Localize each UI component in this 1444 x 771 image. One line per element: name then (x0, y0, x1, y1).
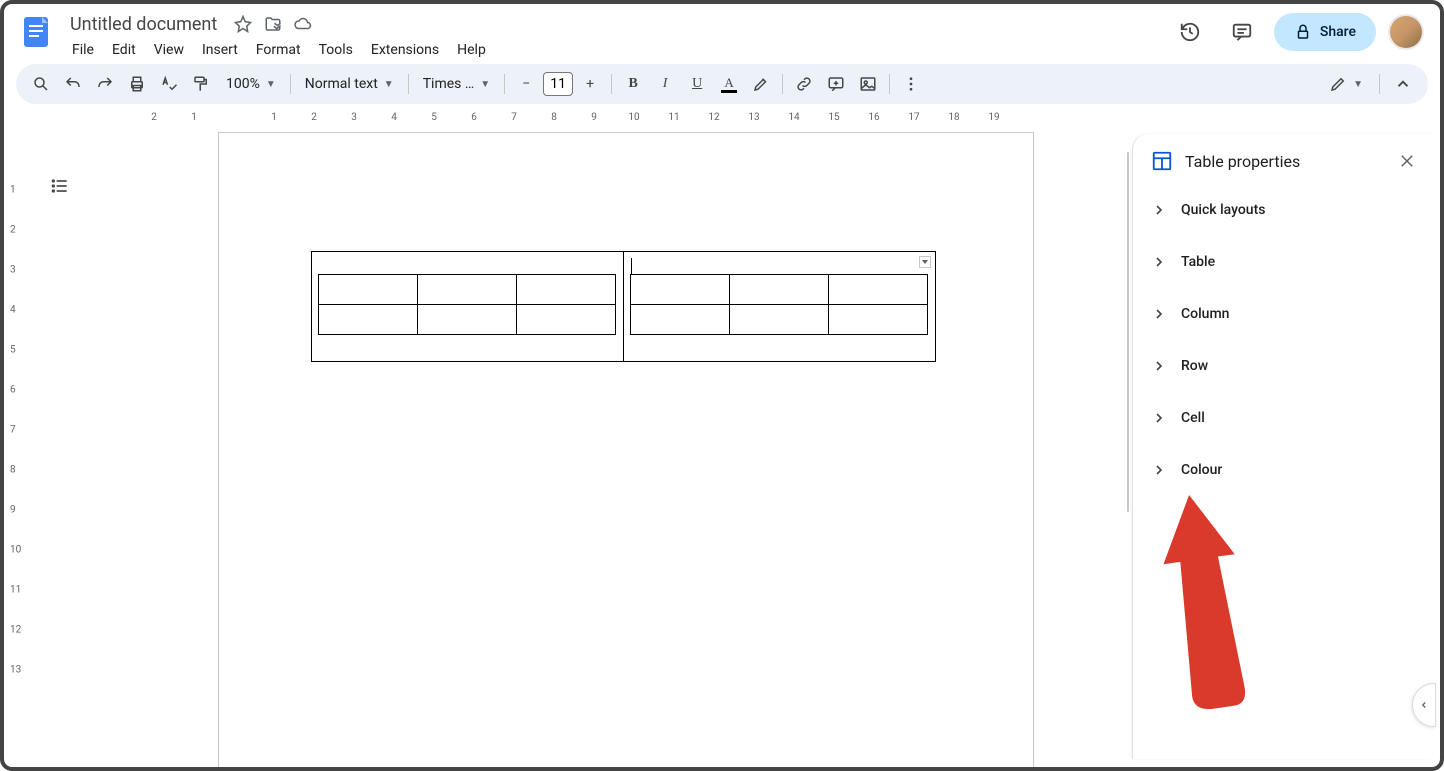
font-dropdown[interactable]: Times …▼ (415, 69, 498, 99)
cell-options-icon[interactable] (919, 256, 931, 268)
chevron-right-icon (1151, 202, 1167, 218)
inner-cell[interactable] (417, 305, 516, 335)
print-icon[interactable] (122, 69, 152, 99)
document-page[interactable] (218, 132, 1034, 767)
docs-logo[interactable] (16, 12, 56, 52)
vertical-ruler[interactable]: 12345678910111213 (8, 130, 24, 767)
zoom-dropdown[interactable]: 100%▼ (218, 69, 284, 99)
cloud-status-icon[interactable] (293, 14, 313, 34)
share-label: Share (1320, 24, 1356, 40)
inner-cell[interactable] (417, 275, 516, 305)
more-icon[interactable] (896, 69, 926, 99)
inner-cell[interactable] (318, 305, 417, 335)
menu-extensions[interactable]: Extensions (363, 38, 447, 62)
section-table[interactable]: Table (1133, 236, 1432, 288)
inner-cell[interactable] (729, 275, 828, 305)
decrease-font-size[interactable]: − (511, 69, 541, 99)
annotation-arrow (1123, 464, 1283, 724)
increase-font-size[interactable]: + (575, 69, 605, 99)
menu-tools[interactable]: Tools (311, 38, 361, 62)
text-cursor (631, 258, 632, 274)
inner-cell[interactable] (516, 305, 615, 335)
spellcheck-icon[interactable] (154, 69, 184, 99)
chevron-right-icon (1151, 306, 1167, 322)
outer-table[interactable] (311, 251, 936, 362)
menu-view[interactable]: View (146, 38, 192, 62)
highlight-icon[interactable] (746, 69, 776, 99)
panel-resize-handle[interactable] (1127, 152, 1129, 512)
section-quick-layouts[interactable]: Quick layouts (1133, 184, 1432, 236)
move-icon[interactable] (263, 14, 283, 34)
add-comment-icon[interactable] (821, 69, 851, 99)
inner-cell[interactable] (828, 305, 927, 335)
inner-table-right[interactable] (630, 274, 928, 335)
insert-link-icon[interactable] (789, 69, 819, 99)
menu-file[interactable]: File (64, 38, 102, 62)
font-size-input[interactable] (543, 72, 573, 96)
inner-cell[interactable] (318, 275, 417, 305)
inner-cell[interactable] (828, 275, 927, 305)
comments-icon[interactable] (1222, 12, 1262, 52)
redo-icon[interactable] (90, 69, 120, 99)
lock-icon (1294, 23, 1312, 41)
insert-image-icon[interactable] (853, 69, 883, 99)
history-icon[interactable] (1170, 12, 1210, 52)
table-icon (1151, 150, 1173, 172)
title-bar: Untitled document File Edit View Insert … (4, 4, 1440, 64)
menu-bar: File Edit View Insert Format Tools Exten… (64, 38, 1170, 62)
close-icon[interactable] (1398, 152, 1416, 170)
chevron-right-icon (1151, 254, 1167, 270)
menu-insert[interactable]: Insert (194, 38, 246, 62)
undo-icon[interactable] (58, 69, 88, 99)
chevron-right-icon (1151, 410, 1167, 426)
outer-cell-2[interactable] (623, 252, 935, 362)
section-cell[interactable]: Cell (1133, 392, 1432, 444)
italic-button[interactable]: I (650, 69, 680, 99)
menu-edit[interactable]: Edit (104, 38, 144, 62)
bold-button[interactable]: B (618, 69, 648, 99)
menu-format[interactable]: Format (248, 38, 309, 62)
style-dropdown[interactable]: Normal text▼ (297, 69, 402, 99)
inner-cell[interactable] (729, 305, 828, 335)
toolbar: 100%▼ Normal text▼ Times …▼ − + B I U A … (16, 64, 1428, 104)
horizontal-ruler[interactable]: 2112345678910111213141516171819 (56, 112, 1440, 130)
editing-mode-dropdown[interactable]: ▼ (1321, 69, 1371, 99)
underline-button[interactable]: U (682, 69, 712, 99)
outer-cell-1[interactable] (311, 252, 623, 362)
section-column[interactable]: Column (1133, 288, 1432, 340)
menu-help[interactable]: Help (449, 38, 494, 62)
account-avatar[interactable] (1388, 14, 1424, 50)
pencil-icon (1329, 75, 1347, 93)
document-scroll-area[interactable] (24, 130, 1132, 767)
text-color-button[interactable]: A (714, 69, 744, 99)
document-title[interactable]: Untitled document (64, 12, 223, 37)
chevron-right-icon (1151, 358, 1167, 374)
collapse-toolbar-icon[interactable] (1388, 69, 1418, 99)
inner-cell[interactable] (630, 305, 729, 335)
section-colour[interactable]: Colour (1133, 444, 1432, 496)
section-row[interactable]: Row (1133, 340, 1432, 392)
table-properties-panel: Table properties Quick layouts Table Col… (1132, 134, 1432, 759)
star-icon[interactable] (233, 14, 253, 34)
inner-cell[interactable] (630, 275, 729, 305)
share-button[interactable]: Share (1274, 13, 1376, 51)
inner-cell[interactable] (516, 275, 615, 305)
inner-table-left[interactable] (318, 274, 616, 335)
chevron-right-icon (1151, 462, 1167, 478)
search-menus-icon[interactable] (26, 69, 56, 99)
panel-title: Table properties (1185, 152, 1386, 171)
paint-format-icon[interactable] (186, 69, 216, 99)
